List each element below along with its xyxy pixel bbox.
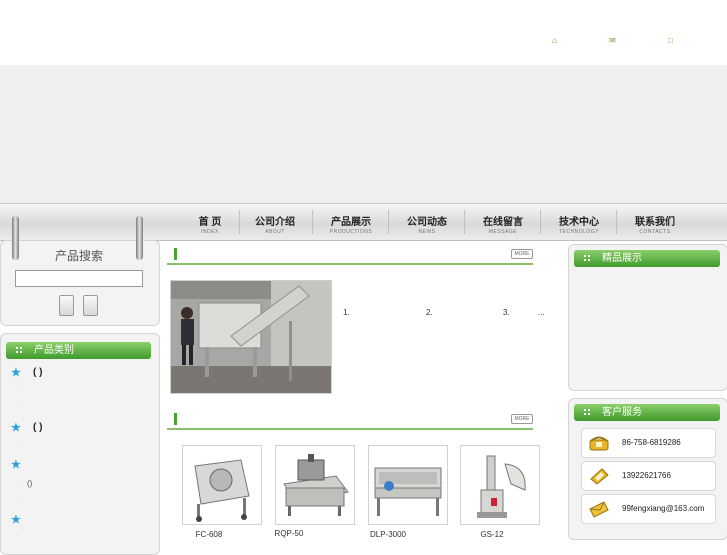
envelope-icon — [589, 501, 609, 518]
search-title: 产品搜索 — [54, 249, 103, 263]
category-title: 产品类别 — [34, 345, 74, 356]
featured-header: 精品展示 — [574, 250, 720, 267]
news-item[interactable]: 3. — [503, 308, 510, 317]
nav-label: 在线留言 — [483, 217, 523, 228]
section-marker — [174, 248, 177, 260]
product-photo — [477, 455, 526, 518]
product-name[interactable]: GS-12 — [453, 530, 531, 539]
telephone-icon — [589, 436, 609, 451]
section-marker — [174, 413, 177, 425]
category-item[interactable]: ( ) — [33, 422, 42, 433]
bullet-icon: · — [16, 386, 18, 392]
service-phone: 86-758-6819286 — [622, 438, 681, 447]
main-nav: 首 页 INDEX 公司介绍 ABOUT 产品展示 PRODUCTIONS 公司… — [0, 203, 727, 241]
news-item[interactable]: 2. — [426, 308, 433, 317]
nav-sublabel: CONTACTS — [639, 229, 671, 235]
service-mobile-row: 13922621766 — [581, 461, 716, 491]
news-item[interactable]: 1. — [343, 308, 350, 317]
product-photo — [374, 467, 442, 516]
bullet-icon: · — [16, 403, 18, 409]
product-card[interactable] — [368, 445, 448, 525]
service-mobile: 13922621766 — [622, 471, 671, 480]
nav-label: 公司介绍 — [255, 217, 295, 228]
product-card[interactable] — [182, 445, 262, 525]
grid-dots-icon — [584, 409, 591, 416]
news-section-header: MORE — [167, 245, 533, 265]
mobile-phone-icon — [590, 468, 609, 485]
category-item[interactable]: ( ) — [33, 367, 42, 378]
service-email-row: 99fengxiang@163.com — [581, 494, 716, 524]
grid-dots-icon — [16, 347, 23, 354]
bullet-icon: · — [16, 496, 18, 502]
nav-sublabel: PRODUCTIONS — [329, 229, 373, 235]
nav-sublabel: TECHNOLOGY — [558, 229, 599, 235]
service-email[interactable]: 99fengxiang@163.com — [622, 504, 704, 513]
nav-sublabel: NEWS — [418, 229, 436, 235]
service-title: 客户服务 — [602, 407, 642, 418]
product-name[interactable]: RQP-50 — [250, 529, 328, 538]
product-name[interactable]: FC-608 — [170, 530, 248, 539]
product-name[interactable]: DLP-3000 — [349, 530, 427, 539]
banner-area — [0, 65, 727, 203]
news-more-button[interactable]: MORE — [511, 249, 533, 259]
nav-label: 技术中心 — [559, 217, 599, 228]
site-header: ⌂ ✉ □ — [0, 0, 727, 65]
star-icon: ★ — [11, 367, 21, 379]
product-card[interactable] — [275, 445, 355, 525]
bullet-icon: · — [16, 533, 18, 539]
star-icon: ★ — [11, 514, 21, 526]
product-photo — [283, 454, 349, 516]
news-photo[interactable] — [170, 280, 332, 394]
products-more-button[interactable]: MORE — [511, 414, 533, 424]
products-section-header: MORE — [167, 410, 533, 430]
category-header: 产品类别 — [6, 342, 151, 359]
nav-sublabel: MESSAGE — [488, 229, 518, 235]
nav-sublabel: ABOUT — [265, 229, 285, 235]
nav-item-productions[interactable]: 产品展示 PRODUCTIONS — [313, 204, 389, 240]
nav-item-about[interactable]: 公司介绍 ABOUT — [237, 204, 313, 240]
machine-photo — [171, 281, 331, 393]
nav-label: 联系我们 — [635, 217, 675, 228]
star-icon: ★ — [11, 422, 21, 434]
nav-item-message[interactable]: 在线留言 MESSAGE — [465, 204, 541, 240]
bullet-icon: · — [16, 441, 18, 447]
star-icon: ★ — [11, 459, 21, 471]
reset-button[interactable] — [83, 295, 98, 316]
nav-label: 公司动态 — [407, 217, 447, 228]
bullet-icon: · — [16, 479, 18, 485]
news-item[interactable]: ... — [538, 308, 545, 317]
product-card[interactable] — [460, 445, 540, 525]
grid-dots-icon — [584, 255, 591, 262]
chat-icon[interactable]: □ — [666, 36, 675, 45]
service-header: 客户服务 — [574, 404, 720, 421]
product-photo — [194, 459, 250, 522]
nav-label: 产品展示 — [331, 217, 371, 228]
nav-item-contacts[interactable]: 联系我们 CONTACTS — [617, 204, 693, 240]
category-panel — [0, 333, 160, 555]
featured-title: 精品展示 — [602, 253, 642, 264]
home-icon[interactable]: ⌂ — [550, 36, 559, 45]
nav-item-news[interactable]: 公司动态 NEWS — [389, 204, 465, 240]
nav-item-technology[interactable]: 技术中心 TECHNOLOGY — [541, 204, 617, 240]
search-button[interactable] — [59, 295, 74, 316]
subcategory-item[interactable]: () — [27, 479, 32, 488]
mail-icon[interactable]: ✉ — [608, 36, 617, 45]
search-input[interactable] — [15, 270, 143, 287]
service-phone-row: 86-758-6819286 — [581, 428, 716, 458]
